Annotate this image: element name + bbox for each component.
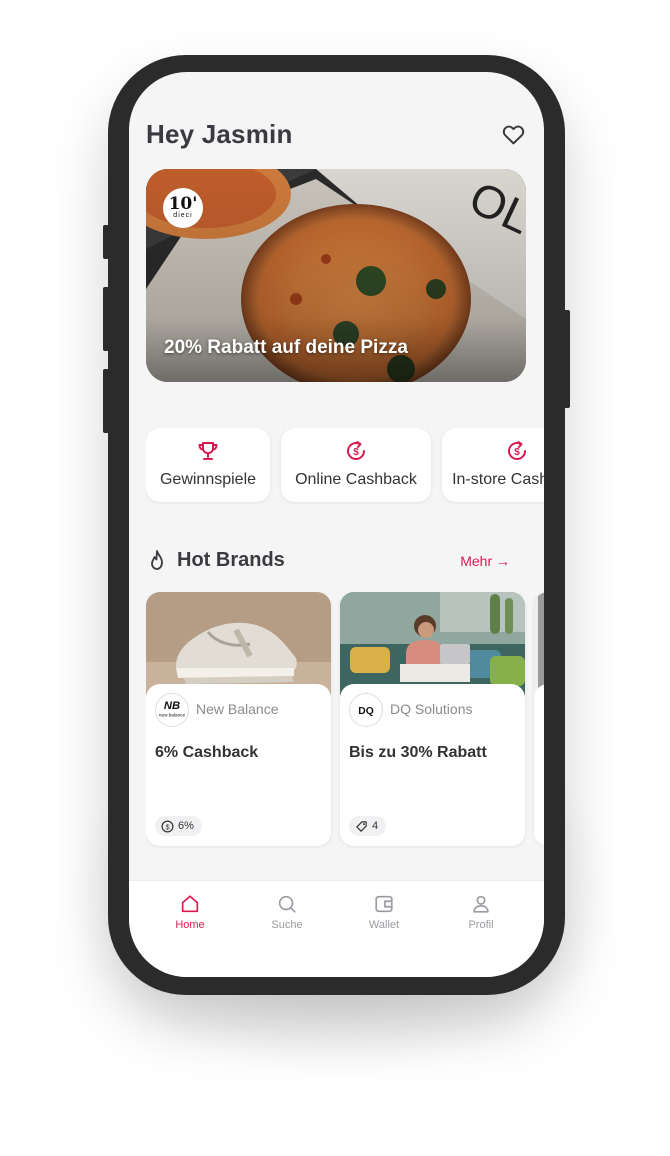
logo-mark: 10' (168, 193, 198, 214)
nav-label: Wallet (368, 919, 400, 931)
nav-label: Profil (468, 919, 494, 931)
svg-text:new balance: new balance (159, 713, 186, 718)
brand-image (534, 592, 544, 698)
volume-up-button (103, 287, 109, 351)
hot-brands-header: Hot Brands Mehr → (146, 547, 526, 577)
dq-logo-mark: DQ (358, 706, 373, 717)
brand-card-partial[interactable] (534, 592, 544, 846)
svg-text:DQ: DQ (358, 706, 373, 717)
brand-scroller[interactable]: NB new balance New Balance 6% Cashback $… (146, 592, 544, 848)
brand-card-body: DQ DQ Solutions Bis zu 30% Rabatt 4 (340, 684, 525, 846)
fire-icon (151, 550, 163, 570)
chip-value: 6% (178, 820, 194, 832)
svg-text:$: $ (353, 447, 359, 458)
brand-offer: 6% Cashback (155, 744, 259, 761)
brand-card-body: NB new balance New Balance 6% Cashback $… (146, 684, 331, 846)
category-online-cashback[interactable]: $ Online Cashback (281, 428, 431, 502)
woman-laptop-image (340, 592, 525, 698)
dq-solutions-logo: DQ (349, 693, 383, 727)
app-screen: Hey Jasmin 10' dieci 20% Rabatt auf dein… (129, 72, 544, 977)
category-scroller[interactable]: Gewinnspiele $ Online Cashback $ In-stor… (146, 428, 544, 504)
hero-banner[interactable]: OL 10' dieci 20% Rabatt auf deine Pizza (146, 169, 526, 382)
tag-icon (356, 820, 367, 832)
heart-icon[interactable] (501, 122, 526, 147)
brand-name: New Balance (196, 701, 279, 717)
section-title: Hot Brands (177, 549, 285, 571)
phone-frame: Hey Jasmin 10' dieci 20% Rabatt auf dein… (103, 55, 570, 995)
svg-text:NB: NB (164, 700, 180, 712)
power-button (564, 310, 570, 408)
bottom-nav: Home Suche Wallet Profil (129, 880, 544, 977)
dieci-logo: 10' dieci (163, 188, 203, 228)
search-icon (278, 895, 296, 913)
new-balance-logo: NB new balance (155, 693, 189, 727)
cashback-icon: $ (508, 441, 527, 460)
volume-down-button (103, 369, 109, 433)
category-gewinnspiele[interactable]: Gewinnspiele (146, 428, 270, 502)
category-label: In-store Cashback (452, 471, 544, 488)
category-label: Gewinnspiele (159, 471, 257, 488)
brand-offer: Bis zu 30% Rabatt (349, 744, 487, 761)
svg-text:$: $ (514, 447, 520, 458)
nb-logo-mark: NB new balance (159, 700, 186, 718)
nav-label: Suche (271, 919, 303, 931)
coupon-chip: 4 (349, 816, 387, 836)
category-label: Online Cashback (295, 471, 417, 488)
svg-text:$: $ (165, 822, 169, 831)
greeting-title: Hey Jasmin (146, 119, 293, 149)
nav-profil[interactable]: Profil (441, 893, 521, 931)
category-instore-cashback[interactable]: $ In-store Cashback (442, 428, 544, 502)
nav-label: Home (175, 919, 205, 931)
brand-card-body (534, 684, 544, 846)
nav-wallet[interactable]: Wallet (344, 893, 424, 931)
mute-switch (103, 225, 109, 259)
cashback-chip: $ 6% (155, 816, 202, 836)
nav-suche[interactable]: Suche (247, 893, 327, 931)
brand-card-dq-solutions[interactable]: DQ DQ Solutions Bis zu 30% Rabatt 4 (340, 592, 525, 846)
brand-card-new-balance[interactable]: NB new balance New Balance 6% Cashback $… (146, 592, 331, 846)
hero-title: 20% Rabatt auf deine Pizza (164, 337, 408, 358)
dollar-icon: $ (161, 820, 174, 832)
trophy-icon (198, 442, 218, 460)
brand-name: DQ Solutions (390, 701, 473, 717)
chip-value: 4 (372, 820, 379, 832)
home-icon (181, 895, 199, 913)
nav-home[interactable]: Home (150, 893, 230, 931)
cashback-icon: $ (347, 441, 366, 460)
logo-wordmark: dieci (173, 211, 193, 219)
profile-icon (473, 895, 489, 913)
wallet-icon (375, 895, 393, 913)
more-link[interactable]: Mehr → (460, 553, 510, 569)
sneaker-image (146, 592, 331, 698)
